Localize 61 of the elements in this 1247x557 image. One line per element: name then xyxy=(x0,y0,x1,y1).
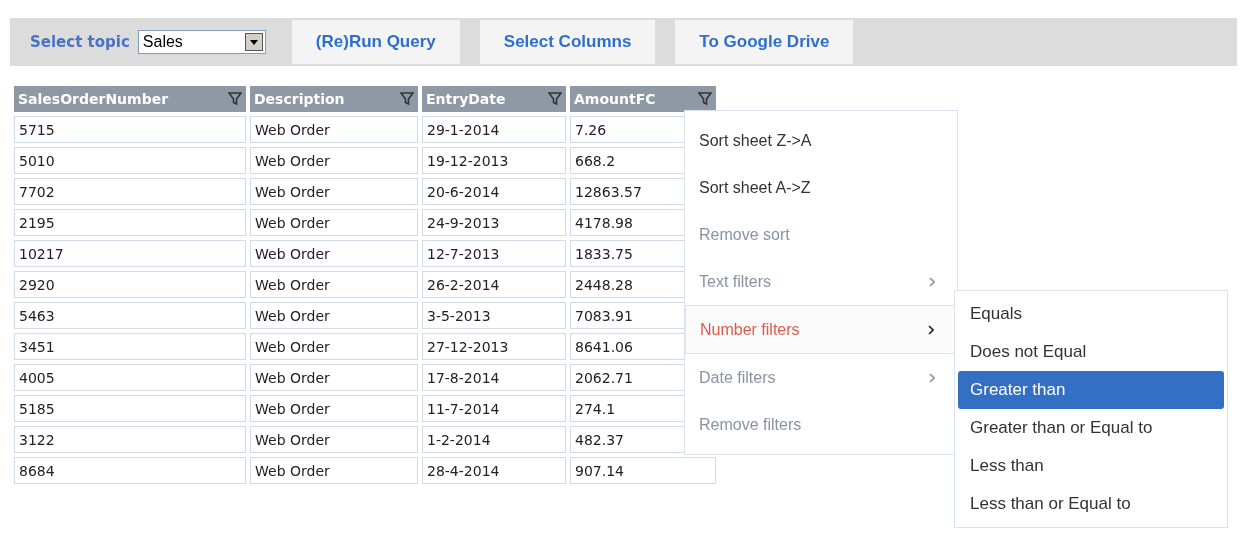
table-cell: 8684 xyxy=(14,457,246,484)
toolbar-button[interactable]: (Re)Run Query xyxy=(291,20,460,64)
filter-icon[interactable] xyxy=(698,92,712,106)
column-header[interactable]: EntryDate xyxy=(422,86,566,112)
table-cell: Web Order xyxy=(250,116,418,143)
table-cell: Web Order xyxy=(250,209,418,236)
table-cell: Web Order xyxy=(250,302,418,329)
table-cell: Web Order xyxy=(250,333,418,360)
table-cell: 3451 xyxy=(14,333,246,360)
table-cell: 5463 xyxy=(14,302,246,329)
table-cell: 3-5-2013 xyxy=(422,302,566,329)
table-cell: Web Order xyxy=(250,364,418,391)
column-title: SalesOrderNumber xyxy=(18,91,169,107)
column-header[interactable]: SalesOrderNumber xyxy=(14,86,246,112)
column-header[interactable]: AmountFC xyxy=(570,86,716,112)
table-cell: Web Order xyxy=(250,147,418,174)
table-cell: 10217 xyxy=(14,240,246,267)
table-cell: 5715 xyxy=(14,116,246,143)
menu-item[interactable]: Equals xyxy=(958,295,1224,333)
table-cell: 2920 xyxy=(14,271,246,298)
table-cell: 4005 xyxy=(14,364,246,391)
menu-item[interactable]: Less than xyxy=(958,447,1224,485)
filter-icon[interactable] xyxy=(228,92,242,106)
filter-icon[interactable] xyxy=(548,92,562,106)
table-cell: 17-8-2014 xyxy=(422,364,566,391)
topic-label: Select topic xyxy=(30,33,130,51)
table-cell: Web Order xyxy=(250,426,418,453)
table-cell: 7702 xyxy=(14,178,246,205)
table-cell: Web Order xyxy=(250,395,418,422)
table-cell: 28-4-2014 xyxy=(422,457,566,484)
column-title: EntryDate xyxy=(426,91,506,107)
table-cell: 29-1-2014 xyxy=(422,116,566,143)
table-cell: Web Order xyxy=(250,178,418,205)
menu-item[interactable]: Number filters xyxy=(685,305,957,354)
menu-item[interactable]: Greater than xyxy=(958,371,1224,409)
toolbar-button[interactable]: To Google Drive xyxy=(675,20,854,64)
table-cell: Web Order xyxy=(250,240,418,267)
table-cell: 5010 xyxy=(14,147,246,174)
table-cell: 2195 xyxy=(14,209,246,236)
menu-item[interactable]: Less than or Equal to xyxy=(958,485,1224,523)
menu-item[interactable]: Greater than or Equal to xyxy=(958,409,1224,447)
topic-select[interactable]: Sales xyxy=(137,30,266,54)
table-cell: 27-12-2013 xyxy=(422,333,566,360)
table-cell: 907.14 xyxy=(570,457,716,484)
table-cell: 26-2-2014 xyxy=(422,271,566,298)
table-cell: 3122 xyxy=(14,426,246,453)
table-cell: 24-9-2013 xyxy=(422,209,566,236)
table-cell: 5185 xyxy=(14,395,246,422)
table-cell: 19-12-2013 xyxy=(422,147,566,174)
table-cell: 11-7-2014 xyxy=(422,395,566,422)
table-cell: 1-2-2014 xyxy=(422,426,566,453)
table-cell: Web Order xyxy=(250,271,418,298)
table-cell: 12-7-2013 xyxy=(422,240,566,267)
filter-icon[interactable] xyxy=(400,92,414,106)
toolbar-button[interactable]: Select Columns xyxy=(479,20,656,64)
menu-item[interactable]: Does not Equal xyxy=(958,333,1224,371)
column-header[interactable]: Description xyxy=(250,86,418,112)
table-cell: Web Order xyxy=(250,457,418,484)
column-title: Description xyxy=(254,91,345,107)
table-cell: 20-6-2014 xyxy=(422,178,566,205)
column-title: AmountFC xyxy=(574,91,656,107)
